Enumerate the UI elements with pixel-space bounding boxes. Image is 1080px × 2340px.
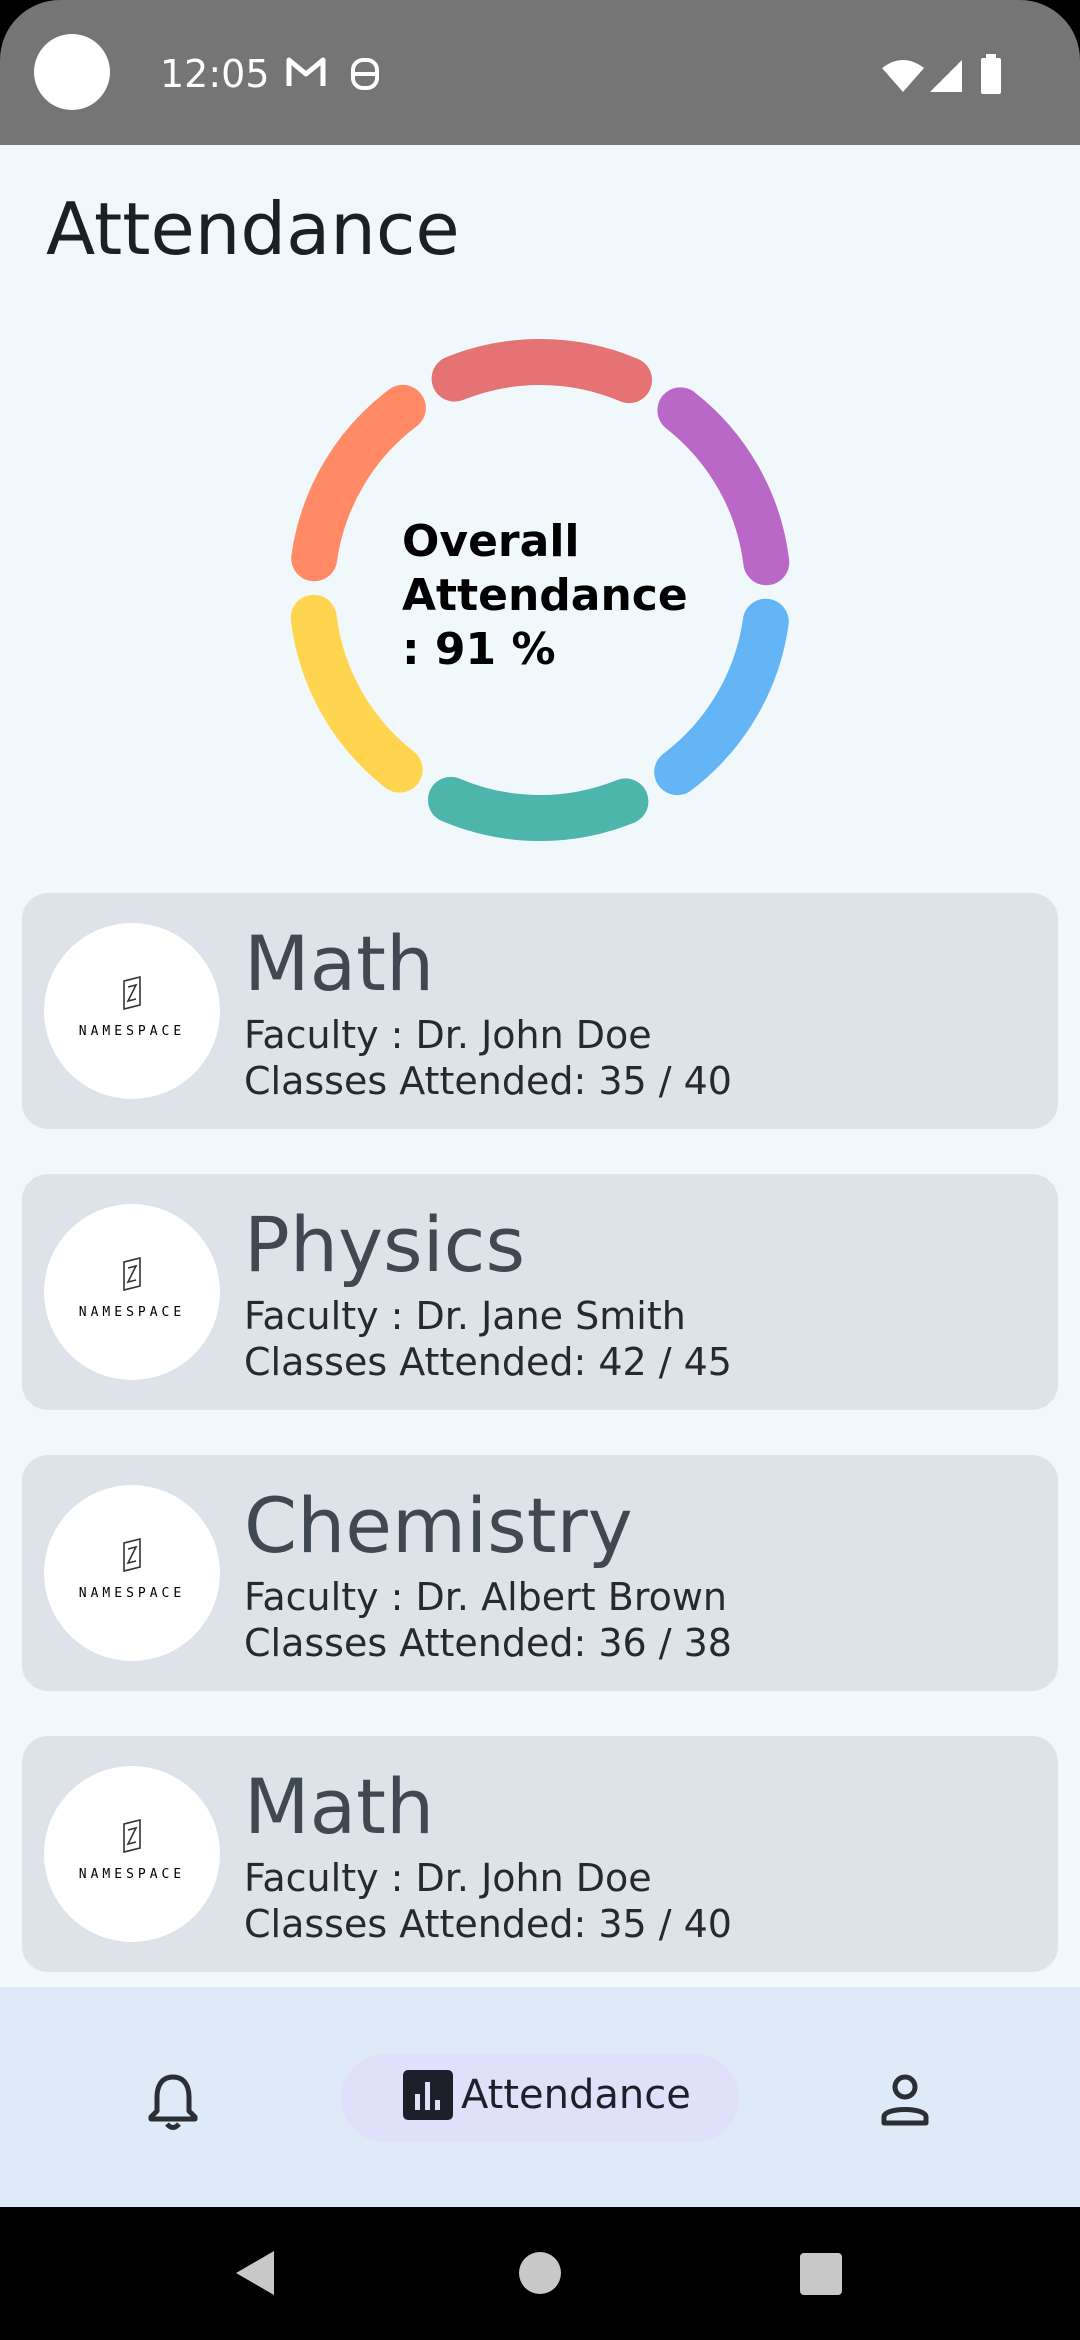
page-title: Attendance <box>46 187 460 271</box>
donut-segment <box>431 339 653 404</box>
signal-icon <box>930 60 962 92</box>
namespace-logo: NAMESPACE <box>44 1204 220 1380</box>
overall-line-1: Overall <box>402 516 580 567</box>
logo-text: NAMESPACE <box>79 1024 185 1039</box>
course-faculty: Faculty : Dr. John Doe <box>244 1013 652 1057</box>
course-name: Physics <box>244 1200 526 1289</box>
overall-line-2: Attendance <box>402 570 688 621</box>
home-icon[interactable] <box>518 2251 562 2295</box>
course-faculty: Faculty : Dr. Jane Smith <box>244 1294 686 1338</box>
namespace-logo-mark: NAMESPACE <box>79 1256 185 1320</box>
course-classes: Classes Attended: 36 / 38 <box>244 1621 732 1665</box>
donut-segment <box>657 387 790 586</box>
nav-item-attendance[interactable]: Attendance <box>341 2054 739 2142</box>
wifi-icon <box>882 60 924 92</box>
nav-item-label: Attendance <box>461 2072 691 2118</box>
course-card[interactable]: NAMESPACE Chemistry Faculty : Dr. Albert… <box>22 1455 1058 1691</box>
namespace-logo: NAMESPACE <box>44 1485 220 1661</box>
status-bar: 12:05 <box>0 0 1080 145</box>
back-icon[interactable] <box>234 2249 276 2297</box>
course-name: Math <box>244 919 435 1008</box>
course-classes: Classes Attended: 35 / 40 <box>244 1059 732 1103</box>
namespace-logo: NAMESPACE <box>44 1766 220 1942</box>
namespace-logo: NAMESPACE <box>44 923 220 1099</box>
recents-icon[interactable] <box>800 2253 842 2295</box>
namespace-logo-mark: NAMESPACE <box>79 975 185 1039</box>
status-time: 12:05 <box>160 52 270 96</box>
bar-chart-icon <box>403 2070 453 2120</box>
namespace-logo-mark: NAMESPACE <box>79 1818 185 1882</box>
donut-segment <box>427 776 649 841</box>
profile-icon[interactable] <box>880 2073 930 2127</box>
course-card[interactable]: NAMESPACE Math Faculty : Dr. John Doe Cl… <box>22 893 1058 1129</box>
donut-segment <box>291 384 426 582</box>
camera-cutout <box>34 34 110 110</box>
course-name: Math <box>244 1762 435 1851</box>
logo-text: NAMESPACE <box>79 1586 185 1601</box>
overall-attendance-text: Overall Attendance : 91 % <box>402 515 688 677</box>
logo-text: NAMESPACE <box>79 1867 185 1882</box>
course-faculty: Faculty : Dr. John Doe <box>244 1856 652 1900</box>
donut-segment <box>654 598 789 796</box>
donut-segment <box>290 594 423 793</box>
bottom-navigation: Attendance <box>0 1987 1080 2207</box>
course-classes: Classes Attended: 42 / 45 <box>244 1340 732 1384</box>
system-navigation-bar <box>0 2207 1080 2340</box>
app-content: Attendance Overall Attendance : 91 % NAM… <box>0 145 1080 1987</box>
course-card[interactable]: NAMESPACE Physics Faculty : Dr. Jane Smi… <box>22 1174 1058 1410</box>
namespace-logo-mark: NAMESPACE <box>79 1537 185 1601</box>
course-classes: Classes Attended: 35 / 40 <box>244 1902 732 1946</box>
course-faculty: Faculty : Dr. Albert Brown <box>244 1575 728 1619</box>
overall-line-3: : 91 % <box>402 624 556 675</box>
bell-icon[interactable] <box>146 2071 200 2131</box>
battery-icon <box>981 54 1001 94</box>
course-card[interactable]: NAMESPACE Math Faculty : Dr. John Doe Cl… <box>22 1736 1058 1972</box>
course-name: Chemistry <box>244 1481 633 1570</box>
gmail-icon <box>286 57 326 86</box>
notification-icon <box>351 58 379 90</box>
logo-text: NAMESPACE <box>79 1305 185 1320</box>
